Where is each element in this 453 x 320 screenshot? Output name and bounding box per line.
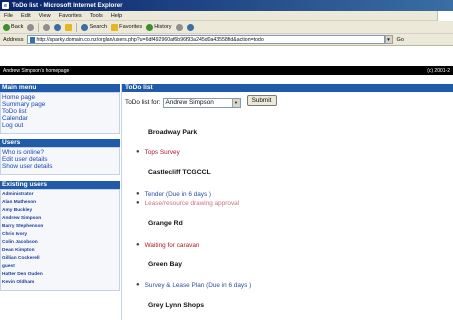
address-input[interactable]: http://sparky.domain.co.nz/orglan/users.… bbox=[26, 35, 385, 44]
todo-item-text[interactable]: Tops Survey bbox=[145, 149, 180, 156]
go-button[interactable]: Go bbox=[396, 37, 404, 43]
sidebar-item-home-page[interactable]: Home page bbox=[1, 94, 119, 101]
stop-icon[interactable] bbox=[43, 23, 51, 31]
user-link[interactable]: Amy Buckley bbox=[1, 207, 119, 215]
todo-filter-form: ToDo list for: Andrew Simpson ▼ Submit bbox=[125, 95, 277, 108]
todo-item-text[interactable]: Tender (Due in 6 days ) bbox=[145, 191, 211, 198]
menu-edit[interactable]: Edit bbox=[21, 13, 31, 19]
main-content: ToDo list ToDo list for: Andrew Simpson … bbox=[121, 84, 453, 320]
todo-item-text[interactable]: Waiting for caravan bbox=[145, 242, 200, 249]
main-menu-heading: Main menu bbox=[0, 84, 120, 92]
todo-item[interactable]: ● Tender (Due in 6 days ) bbox=[136, 191, 211, 198]
print-icon[interactable] bbox=[186, 23, 194, 31]
user-link[interactable]: Colin Jacobson bbox=[1, 239, 119, 247]
menu-view[interactable]: View bbox=[39, 13, 51, 19]
user-link[interactable]: Andrew Simpson bbox=[1, 215, 119, 223]
todo-list-heading: ToDo list bbox=[122, 84, 453, 92]
users-menu-list: Who is online? Edit user details Show us… bbox=[0, 147, 120, 175]
history-icon bbox=[146, 23, 154, 31]
submit-button[interactable]: Submit bbox=[246, 95, 277, 106]
user-link[interactable]: Chris Ivory bbox=[1, 231, 119, 239]
todo-item[interactable]: ● Survey & Lease Plan (Due in 6 days ) bbox=[136, 282, 251, 289]
back-button[interactable]: Back bbox=[3, 23, 24, 31]
favorites-label: Favorites bbox=[119, 24, 143, 30]
favorites-button[interactable]: Favorites bbox=[111, 23, 143, 31]
address-bar: Address http://sparky.domain.co.nz/orgla… bbox=[0, 34, 453, 46]
back-label: Back bbox=[11, 24, 24, 30]
homepage-link[interactable]: Andrew Simpson's homepage bbox=[3, 68, 69, 74]
refresh-icon[interactable] bbox=[54, 23, 62, 31]
sidebar-item-edit-user-details[interactable]: Edit user details bbox=[1, 156, 119, 163]
site-heading: Grange Rd bbox=[148, 220, 183, 227]
window-title: ToDo list - Microsoft Internet Explorer bbox=[12, 2, 123, 9]
sidebar-item-log-out[interactable]: Log out bbox=[1, 122, 119, 129]
search-label: Search bbox=[89, 24, 108, 30]
user-link[interactable]: Alan Matheson bbox=[1, 199, 119, 207]
bullet-icon: ● bbox=[136, 149, 140, 155]
sidebar-item-who-is-online[interactable]: Who is online? bbox=[1, 149, 119, 156]
site-heading: Green Bay bbox=[148, 261, 183, 268]
menu-file[interactable]: File bbox=[4, 13, 13, 19]
menu-tools[interactable]: Tools bbox=[90, 13, 103, 19]
chevron-down-icon: ▼ bbox=[231, 98, 240, 107]
mail-icon[interactable] bbox=[175, 23, 183, 31]
user-link[interactable]: guest bbox=[1, 263, 119, 271]
history-label: History bbox=[154, 24, 172, 30]
home-icon[interactable] bbox=[65, 23, 73, 31]
bullet-icon: ● bbox=[136, 282, 140, 288]
address-url: http://sparky.domain.co.nz/orglan/users.… bbox=[36, 36, 264, 43]
page-icon bbox=[29, 36, 35, 43]
page-header-strip: Andrew Simpson's homepage (c) 2001-2 bbox=[0, 66, 453, 75]
history-button[interactable]: History bbox=[146, 23, 172, 31]
user-link[interactable]: Gillian Cockerell bbox=[1, 255, 119, 263]
address-label: Address bbox=[3, 36, 24, 43]
menu-bar: File Edit View Favorites Tools Help bbox=[0, 11, 453, 21]
user-link[interactable]: Administrator bbox=[1, 191, 119, 199]
menu-favorites[interactable]: Favorites bbox=[59, 13, 82, 19]
main-menu-list: Home page Summary page ToDo list Calenda… bbox=[0, 92, 120, 134]
sidebar-item-summary-page[interactable]: Summary page bbox=[1, 101, 119, 108]
favorites-star-icon bbox=[111, 23, 119, 31]
windows-logo-icon bbox=[437, 11, 453, 21]
todo-item-text[interactable]: Lease/resource drawing approval bbox=[145, 200, 240, 207]
toolbar: Back Search Favorites History bbox=[0, 21, 453, 34]
address-dropdown-button[interactable]: ▼ bbox=[384, 35, 393, 44]
toolbar-divider bbox=[76, 22, 78, 32]
sidebar-item-show-user-details[interactable]: Show user details bbox=[1, 163, 119, 170]
back-arrow-icon bbox=[3, 23, 10, 31]
internet-explorer-icon: e bbox=[2, 2, 9, 9]
sidebar: Main menu Home page Summary page ToDo li… bbox=[0, 84, 120, 320]
todo-item-text[interactable]: Survey & Lease Plan (Due in 6 days ) bbox=[145, 282, 252, 289]
existing-users-list: Administrator Alan Matheson Amy Buckley … bbox=[0, 189, 120, 291]
bullet-icon: ● bbox=[136, 200, 140, 206]
existing-users-heading: Existing users bbox=[0, 181, 120, 189]
sidebar-item-calendar[interactable]: Calendar bbox=[1, 115, 119, 122]
bullet-icon: ● bbox=[136, 242, 140, 248]
bullet-icon: ● bbox=[136, 191, 140, 197]
search-button[interactable]: Search bbox=[81, 23, 108, 31]
user-link[interactable]: Hatter Den Ouden bbox=[1, 271, 119, 279]
todo-item[interactable]: ● Waiting for caravan bbox=[136, 242, 199, 249]
menu-help[interactable]: Help bbox=[111, 13, 123, 19]
window-titlebar: e ToDo list - Microsoft Internet Explore… bbox=[0, 0, 453, 11]
todo-for-label: ToDo list for: bbox=[125, 99, 161, 106]
copyright-text: (c) 2001-2 bbox=[427, 67, 450, 74]
user-link[interactable]: Barry Stephenson bbox=[1, 223, 119, 231]
site-heading: Broadway Park bbox=[148, 129, 198, 136]
sidebar-item-todo-list[interactable]: ToDo list bbox=[1, 108, 119, 115]
user-link[interactable]: Dean Kimpton bbox=[1, 247, 119, 255]
user-link[interactable]: Kevin Oldham bbox=[1, 279, 119, 287]
user-select[interactable]: Andrew Simpson ▼ bbox=[162, 97, 241, 108]
go-label: Go bbox=[396, 36, 404, 43]
forward-arrow-icon[interactable] bbox=[27, 23, 35, 31]
toolbar-divider bbox=[38, 22, 40, 32]
todo-item[interactable]: ● Tops Survey bbox=[136, 149, 180, 156]
todo-item[interactable]: ● Lease/resource drawing approval bbox=[136, 200, 239, 207]
site-heading: Grey Lynn Shops bbox=[148, 302, 205, 309]
search-icon bbox=[81, 23, 89, 31]
users-heading: Users bbox=[0, 139, 120, 147]
site-heading: Castlecliff TCGCCL bbox=[148, 169, 211, 176]
user-select-value: Andrew Simpson bbox=[165, 99, 214, 106]
